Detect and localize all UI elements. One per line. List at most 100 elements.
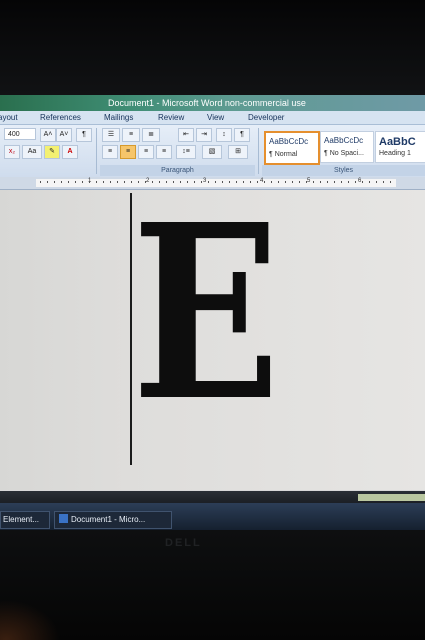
shrink-font-button[interactable]: A˅ [56, 128, 72, 142]
decrease-indent-icon[interactable]: ⇤ [178, 128, 194, 142]
shading-icon[interactable]: ▧ [202, 145, 222, 159]
styles-group-label: Styles [262, 165, 425, 176]
sort-button[interactable]: ↕ [216, 128, 232, 142]
ruler-tick [40, 181, 41, 183]
style-heading-1[interactable]: AaBbC Heading 1 [375, 131, 425, 163]
taskbar-item-label: Document1 - Micro... [71, 515, 146, 524]
taskbar-item-label: Element... [3, 515, 40, 524]
ruler-tick [383, 181, 384, 183]
document-text: E [132, 199, 280, 399]
ruler-tick [327, 181, 328, 183]
ruler-tick [313, 181, 314, 183]
ruler-tick [362, 181, 363, 183]
taskbar: Element... Document1 - Micro... [0, 503, 425, 530]
ruler-tick [124, 181, 125, 183]
show-marks-button[interactable]: ¶ [234, 128, 250, 142]
bullets-icon[interactable]: ☰ [102, 128, 120, 142]
ruler-number: 4 [260, 178, 264, 184]
style-name: Heading 1 [379, 150, 411, 157]
increase-indent-icon[interactable]: ⇥ [196, 128, 212, 142]
ruler-tick [61, 181, 62, 183]
ruler-tick [334, 181, 335, 183]
multilevel-list-icon[interactable]: ≣ [142, 128, 160, 142]
ruler-tick [54, 181, 55, 183]
style-no-spacing[interactable]: AaBbCcDc ¶ No Spaci... [320, 131, 374, 163]
ruler-tick [376, 181, 377, 183]
ruler-tick [152, 181, 153, 183]
ruler-number: 2 [146, 178, 150, 184]
ribbon: 400 A˄ A˅ ¶ x₂ Aa ✎ A ☰ ≡ ≣ ⇤ ⇥ ↕ ¶ ≡ ≡ … [0, 125, 425, 177]
ruler-tick [236, 181, 237, 183]
ruler-tick [145, 181, 146, 183]
style-normal[interactable]: AaBbCcDc ¶ Normal [264, 131, 320, 165]
ruler-tick [208, 181, 209, 183]
ruler-tick [369, 181, 370, 183]
style-sample: AaBbCcDc [324, 136, 364, 145]
ruler-tick [243, 181, 244, 183]
ruler-tick [292, 181, 293, 183]
ruler-tick [82, 181, 83, 183]
ruler-tick [348, 181, 349, 183]
ruler-tick [159, 181, 160, 183]
font-size-field[interactable]: 400 [4, 128, 36, 140]
ruler-tick [215, 181, 216, 183]
ruler-tick [194, 181, 195, 183]
style-sample: AaBbCcDc [269, 137, 309, 146]
ruler-tick [96, 181, 97, 183]
taskbar-item-element[interactable]: Element... [0, 511, 50, 529]
document-letter: E [132, 199, 280, 399]
desk-reflection [0, 600, 60, 640]
tab-page-layout[interactable]: ayout [0, 111, 18, 124]
ruler-tick [341, 181, 342, 183]
ruler-number: 5 [307, 178, 311, 184]
ruler-tick [173, 181, 174, 183]
line-spacing-icon[interactable]: ↕≡ [176, 145, 196, 159]
tab-developer[interactable]: Developer [248, 111, 284, 124]
tab-review[interactable]: Review [158, 111, 184, 124]
horizontal-ruler[interactable]: 1 2 3 4 5 6 [0, 177, 425, 190]
style-name: ¶ Normal [269, 151, 298, 158]
group-separator [258, 128, 259, 174]
ruler-number: 3 [203, 178, 207, 184]
justify-icon[interactable]: ≡ [156, 145, 172, 159]
title-bar: Document1 - Microsoft Word non-commercia… [0, 95, 425, 111]
ruler-tick [264, 181, 265, 183]
ruler-number: 6 [358, 178, 362, 184]
strike-subscript-button[interactable]: x₂ [4, 145, 20, 159]
ruler-tick [110, 181, 111, 183]
ruler-tick [390, 181, 391, 183]
tab-view[interactable]: View [207, 111, 224, 124]
ruler-tick [131, 181, 132, 183]
ruler-tick [187, 181, 188, 183]
ribbon-tabs: ayout References Mailings Review View De… [0, 111, 425, 125]
align-left-icon[interactable]: ≡ [102, 145, 118, 159]
ruler-tick [47, 181, 48, 183]
monitor-brand-logo: DELL [165, 537, 202, 549]
clear-format-button[interactable]: ¶ [76, 128, 92, 142]
font-color-icon[interactable]: A [62, 145, 78, 159]
numbering-icon[interactable]: ≡ [122, 128, 140, 142]
align-right-icon[interactable]: ≡ [138, 145, 154, 159]
paragraph-group-label: Paragraph [100, 165, 255, 176]
ruler-tick [89, 181, 90, 183]
taskbar-item-document1[interactable]: Document1 - Micro... [54, 511, 172, 529]
tab-mailings[interactable]: Mailings [104, 111, 133, 124]
ruler-tick [320, 181, 321, 183]
ruler-tick [75, 181, 76, 183]
view-buttons[interactable] [358, 494, 425, 501]
highlight-icon[interactable]: ✎ [44, 145, 60, 159]
borders-icon[interactable]: ⊞ [228, 145, 248, 159]
ruler-tick [250, 181, 251, 183]
word-icon [59, 514, 68, 523]
ruler-tick [355, 181, 356, 183]
change-case-button[interactable]: Aa [22, 145, 42, 159]
style-sample: AaBbC [379, 136, 416, 148]
ruler-tick [68, 181, 69, 183]
style-name: ¶ No Spaci... [324, 150, 364, 157]
tab-references[interactable]: References [40, 111, 81, 124]
screen: Document1 - Microsoft Word non-commercia… [0, 95, 425, 530]
ruler-tick [166, 181, 167, 183]
ruler-tick [201, 181, 202, 183]
grow-font-button[interactable]: A˄ [40, 128, 56, 142]
align-center-icon[interactable]: ≡ [120, 145, 136, 159]
